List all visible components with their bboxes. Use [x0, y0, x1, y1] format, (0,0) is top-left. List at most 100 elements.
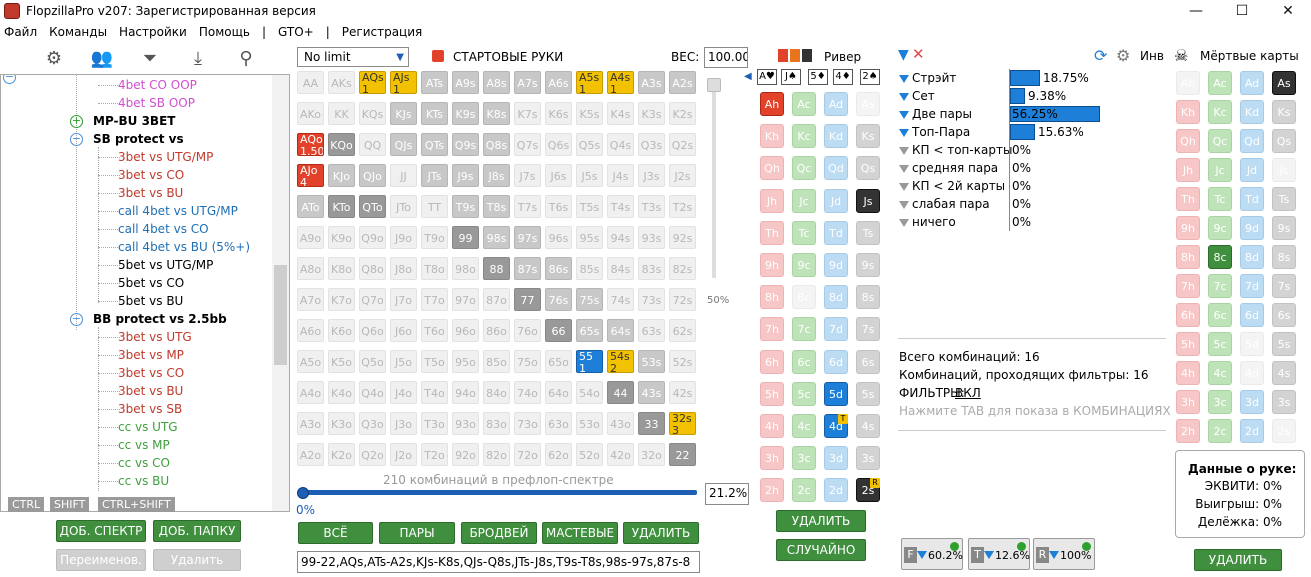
dead-card[interactable]: Ad — [1240, 71, 1264, 95]
hand-cell[interactable]: A8o — [297, 257, 324, 280]
board-card[interactable]: 7c — [792, 317, 816, 342]
menu-commands[interactable]: Команды — [49, 25, 107, 39]
weight-slider[interactable] — [707, 78, 721, 288]
hand-cell[interactable]: 75o — [514, 350, 541, 373]
dead-card[interactable]: 3h — [1176, 390, 1200, 414]
all-button[interactable]: ВСЁ — [298, 522, 373, 544]
hand-cell[interactable]: 64o — [545, 381, 572, 404]
hand-cell[interactable]: K4o — [328, 381, 355, 404]
board-card[interactable]: Kh — [760, 124, 784, 149]
add-folder-button[interactable]: ДОБ. ПАПКУ — [153, 520, 241, 542]
dead-card[interactable]: 7h — [1176, 274, 1200, 298]
add-range-button[interactable]: ДОБ. СПЕКТР — [56, 520, 146, 542]
tree-range-item[interactable]: 5bet vs CO — [118, 274, 184, 292]
dead-card[interactable]: 6c — [1208, 303, 1232, 327]
dead-card[interactable]: 7d — [1240, 274, 1264, 298]
scroll-thumb[interactable] — [274, 265, 287, 365]
hand-cell[interactable]: T4s — [607, 195, 634, 218]
refresh-icon[interactable]: ⟳ — [1094, 46, 1107, 65]
hand-cell[interactable]: TT — [421, 195, 448, 218]
hand-cell[interactable]: AKo — [297, 102, 324, 125]
hand-cell[interactable]: Q4s — [607, 133, 634, 156]
dead-card[interactable]: 8s — [1272, 245, 1296, 269]
board-card[interactable]: Js — [856, 188, 880, 213]
board-card[interactable]: 3c — [792, 446, 816, 471]
hand-cell[interactable]: QJs — [390, 133, 417, 156]
hand-cell[interactable]: JTo — [390, 195, 417, 218]
hand-category-row[interactable]: Две пары — [899, 105, 972, 123]
hand-cell[interactable]: T8o — [421, 257, 448, 280]
dead-card[interactable]: 7s — [1272, 274, 1296, 298]
hand-cell[interactable]: AQs 1 — [359, 71, 386, 94]
dead-card[interactable]: Ah — [1176, 71, 1200, 95]
hand-cell[interactable]: 33 — [638, 412, 665, 435]
board-card[interactable]: Qc — [792, 156, 816, 181]
tree-range-item[interactable]: cc vs UTG — [118, 418, 178, 436]
hand-cell[interactable]: Q7s — [514, 133, 541, 156]
board-card[interactable]: Jd — [824, 188, 848, 213]
hand-cell[interactable]: 93s — [638, 226, 665, 249]
hand-cell[interactable]: J5s — [576, 164, 603, 187]
hand-cell[interactable]: 94s — [607, 226, 634, 249]
board-card[interactable]: Ts — [856, 220, 880, 245]
board-card[interactable]: 2c — [792, 478, 816, 503]
street-card[interactable]: 4♦ — [833, 69, 853, 85]
tree-scrollbar[interactable] — [272, 75, 289, 511]
hand-cell[interactable]: 95o — [452, 350, 479, 373]
hand-cell[interactable]: 62o — [545, 443, 572, 466]
hand-cell[interactable]: T6o — [421, 319, 448, 342]
close-icon[interactable]: ✕ — [1265, 0, 1311, 22]
hand-cell[interactable]: K8o — [328, 257, 355, 280]
hand-cell[interactable]: Q9o — [359, 226, 386, 249]
hand-cell[interactable]: 82o — [483, 443, 510, 466]
dead-card[interactable]: 5s — [1272, 332, 1296, 356]
hand-cell[interactable]: 43o — [607, 412, 634, 435]
hand-cell[interactable]: KJs — [390, 102, 417, 125]
hand-cell[interactable]: 54s 2 — [607, 350, 634, 373]
board-card[interactable]: Qs — [856, 156, 880, 181]
dead-card[interactable]: 9h — [1176, 216, 1200, 240]
hand-cell[interactable]: Q3s — [638, 133, 665, 156]
board-card[interactable]: Qh — [760, 156, 784, 181]
hand-cell[interactable]: Q4o — [359, 381, 386, 404]
dead-card[interactable]: As — [1272, 71, 1296, 95]
hand-cell[interactable]: K2o — [328, 443, 355, 466]
hand-cell[interactable]: 72s — [669, 288, 696, 311]
menu-settings[interactable]: Настройки — [119, 25, 187, 39]
dead-delete-button[interactable]: УДАЛИТЬ — [1194, 549, 1282, 571]
hand-cell[interactable]: K8s — [483, 102, 510, 125]
hand-cell[interactable]: 63s — [638, 319, 665, 342]
board-card[interactable]: Ac — [792, 92, 816, 116]
hand-cell[interactable]: Q6s — [545, 133, 572, 156]
hand-cell[interactable]: K3o — [328, 412, 355, 435]
board-card[interactable]: Kc — [792, 124, 816, 149]
dead-card[interactable]: 5h — [1176, 332, 1200, 356]
hand-cell[interactable]: 97o — [452, 288, 479, 311]
hand-cell[interactable]: 74o — [514, 381, 541, 404]
street-filter-button[interactable]: T 12.6% — [968, 538, 1030, 570]
dead-card[interactable]: 5c — [1208, 332, 1232, 356]
hand-cell[interactable]: 63o — [545, 412, 572, 435]
tree-folder[interactable]: BB protect vs 2.5bb — [93, 310, 227, 328]
filter-icon[interactable] — [899, 146, 909, 155]
hand-cell[interactable]: J5o — [390, 350, 417, 373]
board-card[interactable]: 2d — [824, 478, 848, 503]
board-card[interactable]: Ks — [856, 124, 880, 149]
hand-category-row[interactable]: Сет — [899, 87, 935, 105]
hand-cell[interactable]: 44 — [607, 381, 634, 404]
board-card[interactable]: 5d — [824, 381, 848, 406]
hand-cell[interactable]: 95s — [576, 226, 603, 249]
tree-range-item[interactable]: 3bet vs BU — [118, 184, 183, 202]
tree-range-item[interactable]: cc vs BU — [118, 472, 169, 490]
board-card[interactable]: Td — [824, 220, 848, 245]
tree-range-item[interactable]: 3bet vs SB — [118, 400, 182, 418]
hand-cell[interactable]: 87o — [483, 288, 510, 311]
hand-cell[interactable]: 88 — [483, 257, 510, 280]
suited-button[interactable]: МАСТЕВЫЕ — [542, 522, 618, 544]
hand-category-row[interactable]: КП < топ-карты — [899, 141, 1012, 159]
hand-cell[interactable]: 66 — [545, 319, 572, 342]
hand-cell[interactable]: 42o — [607, 443, 634, 466]
dead-card[interactable]: 7c — [1208, 274, 1232, 298]
hand-cell[interactable]: QJo — [359, 164, 386, 187]
board-card[interactable]: 7h — [760, 317, 784, 342]
